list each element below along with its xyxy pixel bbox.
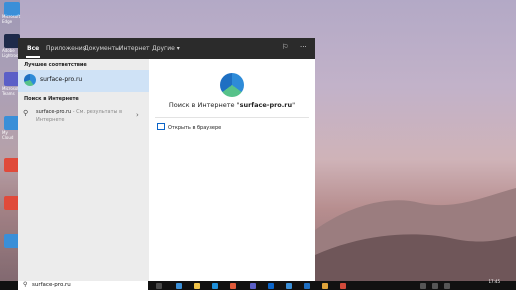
open-browser-icon <box>157 123 165 130</box>
best-match-item[interactable]: surface-pro.ru <box>18 70 149 92</box>
feedback-icon[interactable]: ⚐ <box>282 43 288 51</box>
search-panel: Все Приложения Документы Интернет Другие… <box>18 38 315 281</box>
tray-icon[interactable] <box>444 283 450 289</box>
desktop-icon-column: Microsoft Edge Adobe Lightroom Microsoft… <box>0 0 22 290</box>
preview-title-query: surface-pro.ru <box>239 101 293 109</box>
tab-apps[interactable]: Приложения <box>46 45 86 52</box>
best-match-label: surface-pro.ru <box>40 76 83 83</box>
search-icon: ⚲ <box>23 281 28 288</box>
web-search-item[interactable]: ⚲ surface-pro.ru - См. результаты в Инте… <box>18 105 149 127</box>
taskbar-clock[interactable]: 17:45 <box>488 279 500 284</box>
search-icon: ⚲ <box>23 109 29 117</box>
mail-taskbar-icon[interactable] <box>268 283 274 289</box>
tab-all[interactable]: Все <box>27 45 39 52</box>
app-taskbar-icon[interactable] <box>340 283 346 289</box>
explorer-taskbar-icon[interactable] <box>194 283 200 289</box>
preview-title-suffix: " <box>292 101 296 109</box>
edge-taskbar-icon[interactable] <box>176 283 182 289</box>
app-taskbar-icon[interactable] <box>230 283 236 289</box>
preview-title-prefix: Поиск в Интернете " <box>168 101 240 109</box>
divider <box>155 117 309 118</box>
task-view-icon[interactable] <box>156 283 162 289</box>
panel-header: Все Приложения Документы Интернет Другие… <box>18 38 315 59</box>
results-list: Лучшее соответствие surface-pro.ru Поиск… <box>18 59 149 281</box>
app-taskbar-icon[interactable] <box>322 283 328 289</box>
app-taskbar-icon[interactable] <box>304 283 310 289</box>
web-item-sub2: Интернете <box>36 117 65 123</box>
web-item-sub: - См. результаты в <box>71 109 123 115</box>
chevron-right-icon[interactable]: › <box>136 111 139 119</box>
tray-icon[interactable] <box>432 283 438 289</box>
open-in-browser-action[interactable]: Открыть в браузере <box>157 123 221 131</box>
taskbar-search-box[interactable]: ⚲ surface-pro.ru <box>18 281 148 290</box>
desktop-icon-label: Microsoft Edge <box>2 14 21 24</box>
tab-web[interactable]: Интернет <box>119 45 150 52</box>
web-item-label: surface-pro.ru <box>36 109 72 115</box>
tab-documents[interactable]: Документы <box>84 45 120 52</box>
tab-more[interactable]: Другие ▾ <box>152 45 180 52</box>
best-match-heading: Лучшее соответствие <box>24 62 87 68</box>
more-icon[interactable]: ··· <box>300 43 307 51</box>
teams-taskbar-icon[interactable] <box>250 283 256 289</box>
tray-icon[interactable] <box>420 283 426 289</box>
web-item-text: surface-pro.ru - См. результаты в <box>36 109 122 115</box>
web-search-heading: Поиск в Интернете <box>24 96 79 102</box>
preview-title: Поиск в Интернете "surface-pro.ru" <box>149 101 315 109</box>
active-tab-indicator <box>26 56 40 58</box>
open-browser-label: Открыть в браузере <box>168 125 222 131</box>
preview-pane: Поиск в Интернете "surface-pro.ru" Откры… <box>149 59 315 281</box>
search-input[interactable]: surface-pro.ru <box>32 282 71 288</box>
edge-icon <box>220 73 244 97</box>
app-taskbar-icon[interactable] <box>286 283 292 289</box>
edge-icon <box>24 74 36 86</box>
store-taskbar-icon[interactable] <box>212 283 218 289</box>
